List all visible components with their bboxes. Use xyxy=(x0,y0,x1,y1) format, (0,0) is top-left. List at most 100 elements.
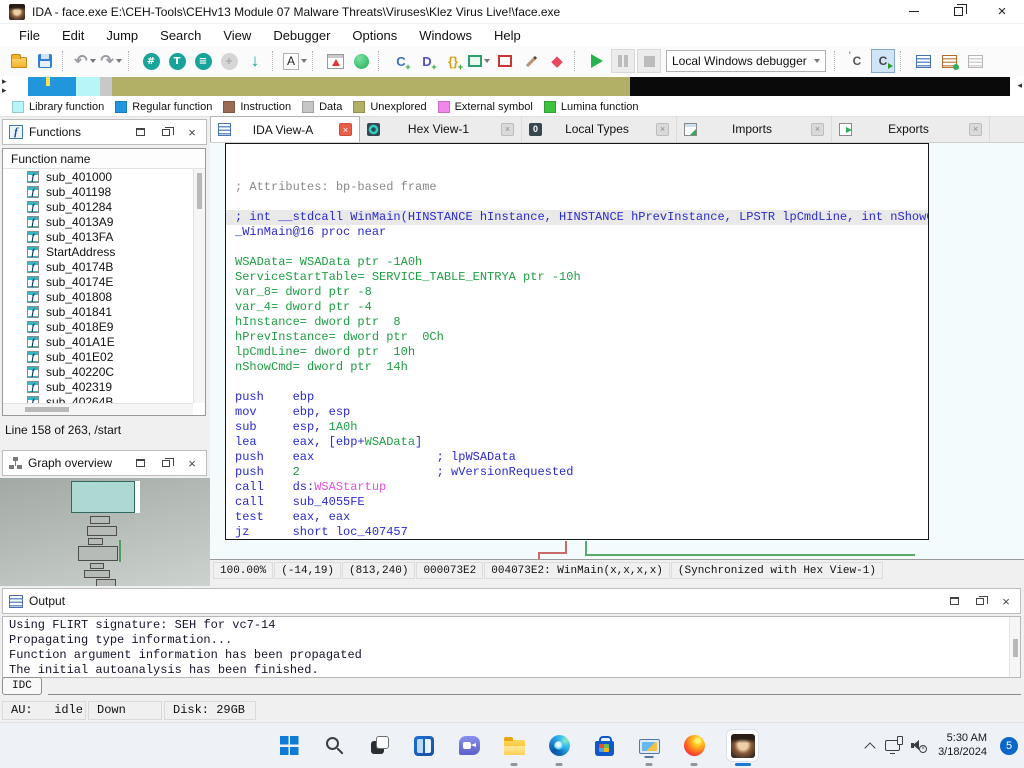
tab-close-icon[interactable] xyxy=(656,123,669,136)
graph-overview-header[interactable]: Graph overview × xyxy=(2,450,207,476)
scrollbar-thumb[interactable] xyxy=(25,407,69,412)
menu-options[interactable]: Options xyxy=(341,26,408,45)
function-item[interactable]: fsub_40264B xyxy=(3,394,193,403)
menu-jump[interactable]: Jump xyxy=(95,26,149,45)
taskbar-media-app-button[interactable] xyxy=(636,733,662,759)
taskbar-task-view-button[interactable] xyxy=(366,733,392,759)
code-line[interactable]: var_8= dword ptr -8 xyxy=(226,285,928,300)
code-line[interactable]: lea eax, [ebp+WSAData] xyxy=(226,435,928,450)
tab-close-icon[interactable] xyxy=(339,123,352,136)
nav-right-arrow-icon[interactable]: ◂ xyxy=(1017,80,1022,91)
code-line[interactable]: hPrevInstance= dword ptr 0Ch xyxy=(226,330,928,345)
function-item[interactable]: fsub_4013A9 xyxy=(3,214,193,229)
tray-chevron-up-icon[interactable] xyxy=(864,742,875,753)
patch-icon[interactable]: ◆ xyxy=(545,49,569,73)
menu-search[interactable]: Search xyxy=(149,26,212,45)
function-item[interactable]: fsub_40174B xyxy=(3,259,193,274)
create-struct-icon[interactable] xyxy=(467,49,491,73)
menu-windows[interactable]: Windows xyxy=(408,26,483,45)
taskbar-firefox-button[interactable] xyxy=(681,733,707,759)
start-debugger-icon[interactable] xyxy=(585,49,609,73)
panel-float-button[interactable] xyxy=(160,457,172,469)
code-line[interactable] xyxy=(226,375,928,390)
tab-close-icon[interactable] xyxy=(969,123,982,136)
close-button[interactable]: × xyxy=(980,0,1024,23)
scrollbar-thumb[interactable] xyxy=(197,173,202,209)
navigate-back-icon[interactable]: ↶ xyxy=(73,49,97,73)
code-line[interactable]: sub esp, 1A0h xyxy=(226,420,928,435)
ida-view-canvas[interactable]: ; Attributes: bp-based frame ; int __std… xyxy=(210,143,1024,559)
tab-exports[interactable]: Exports xyxy=(832,116,990,142)
run-analysis-icon[interactable] xyxy=(349,49,373,73)
create-data-icon[interactable]: D+ xyxy=(415,49,439,73)
breakpoint-window-icon[interactable] xyxy=(323,49,347,73)
debugger-select[interactable]: Local Windows debugger xyxy=(666,50,826,72)
scrollbar-thumb[interactable] xyxy=(1013,639,1018,657)
navigate-forward-icon[interactable]: ↷ xyxy=(99,49,123,73)
tab-imports[interactable]: Imports xyxy=(677,116,832,142)
function-item[interactable]: fsub_401E02 xyxy=(3,349,193,364)
code-line[interactable]: ; int __stdcall WinMain(HINSTANCE hInsta… xyxy=(226,210,928,225)
function-item[interactable]: fsub_401808 xyxy=(3,289,193,304)
code-line[interactable]: var_4= dword ptr -4 xyxy=(226,300,928,315)
functions-horizontal-scrollbar[interactable] xyxy=(3,403,193,415)
code-line[interactable]: ServiceStartTable= SERVICE_TABLE_ENTRYA … xyxy=(226,270,928,285)
function-item[interactable]: fsub_40174E xyxy=(3,274,193,289)
taskbar-store-button[interactable] xyxy=(591,733,617,759)
edit-icon[interactable] xyxy=(519,49,543,73)
panel-close-button[interactable]: × xyxy=(1000,595,1012,607)
function-item[interactable]: fsub_4018E9 xyxy=(3,319,193,334)
volume-muted-icon[interactable]: × xyxy=(911,739,927,752)
code-line[interactable]: jz short loc_407457 xyxy=(226,525,928,540)
taskbar-ida-button[interactable] xyxy=(726,729,759,762)
tab-local-types[interactable]: Local Types xyxy=(522,116,677,142)
idc-language-button[interactable]: IDC xyxy=(2,677,42,695)
output-panel-header[interactable]: Output × xyxy=(2,588,1021,614)
function-item[interactable]: fStartAddress xyxy=(3,244,193,259)
output-scrollbar[interactable] xyxy=(1009,617,1020,677)
function-item[interactable]: fsub_401284 xyxy=(3,199,193,214)
code-line[interactable] xyxy=(226,195,928,210)
taskbar-file-explorer-button[interactable] xyxy=(501,733,527,759)
taskbar-start-button[interactable] xyxy=(276,733,302,759)
notification-count-badge[interactable]: 5 xyxy=(1000,737,1018,755)
code-line[interactable]: call ds:WSAStartup xyxy=(226,480,928,495)
function-item[interactable]: fsub_401000 xyxy=(3,169,193,184)
create-braces-icon[interactable]: {}+ xyxy=(441,49,465,73)
code-line[interactable]: call sub_4055FE xyxy=(226,495,928,510)
taskbar-clock[interactable]: 5:30 AM 3/18/2024 xyxy=(938,732,987,759)
navigation-track[interactable] xyxy=(0,77,1024,96)
function-item[interactable]: fsub_40220C xyxy=(3,364,193,379)
graph-overview-canvas[interactable] xyxy=(0,478,210,586)
code-line[interactable]: nShowCmd= dword ptr 14h xyxy=(226,360,928,375)
restore-button[interactable] xyxy=(936,0,980,23)
taskbar-edge-button[interactable] xyxy=(546,733,572,759)
function-name-column-header[interactable]: Function name xyxy=(3,149,205,169)
tab-hex-view-1[interactable]: Hex View-1 xyxy=(360,116,522,142)
panel-maximize-button[interactable] xyxy=(134,457,146,469)
compile-script-icon[interactable]: 'C xyxy=(845,49,869,73)
add-window-icon[interactable] xyxy=(937,49,961,73)
code-line[interactable]: mov ebp, esp xyxy=(226,405,928,420)
function-item[interactable]: fsub_401198 xyxy=(3,184,193,199)
navigation-band[interactable]: ▸ ▸ ◂ xyxy=(0,76,1024,97)
panel-float-button[interactable] xyxy=(974,595,986,607)
open-file-icon[interactable] xyxy=(7,49,31,73)
save-icon[interactable] xyxy=(33,49,57,73)
code-line[interactable]: test eax, eax xyxy=(226,510,928,525)
run-script-icon[interactable]: C xyxy=(871,49,895,73)
text-view-icon[interactable]: A xyxy=(283,49,307,73)
code-line[interactable] xyxy=(226,240,928,255)
undefine-icon[interactable] xyxy=(493,49,517,73)
code-line[interactable]: WSAData= WSAData ptr -1A0h xyxy=(226,255,928,270)
code-line[interactable]: push eax ; lpWSAData xyxy=(226,450,928,465)
jump-address-icon[interactable]: # xyxy=(139,49,163,73)
stop-debugger-icon[interactable] xyxy=(637,49,661,73)
code-line[interactable]: lpCmdLine= dword ptr 10h xyxy=(226,345,928,360)
functions-panel-header[interactable]: f Functions × xyxy=(2,119,207,145)
menu-debugger[interactable]: Debugger xyxy=(262,26,341,45)
jump-down-icon[interactable]: ↓ xyxy=(243,49,267,73)
create-function-icon[interactable]: C+ xyxy=(389,49,413,73)
network-icon[interactable] xyxy=(885,740,900,751)
jump-name-icon[interactable]: T xyxy=(165,49,189,73)
